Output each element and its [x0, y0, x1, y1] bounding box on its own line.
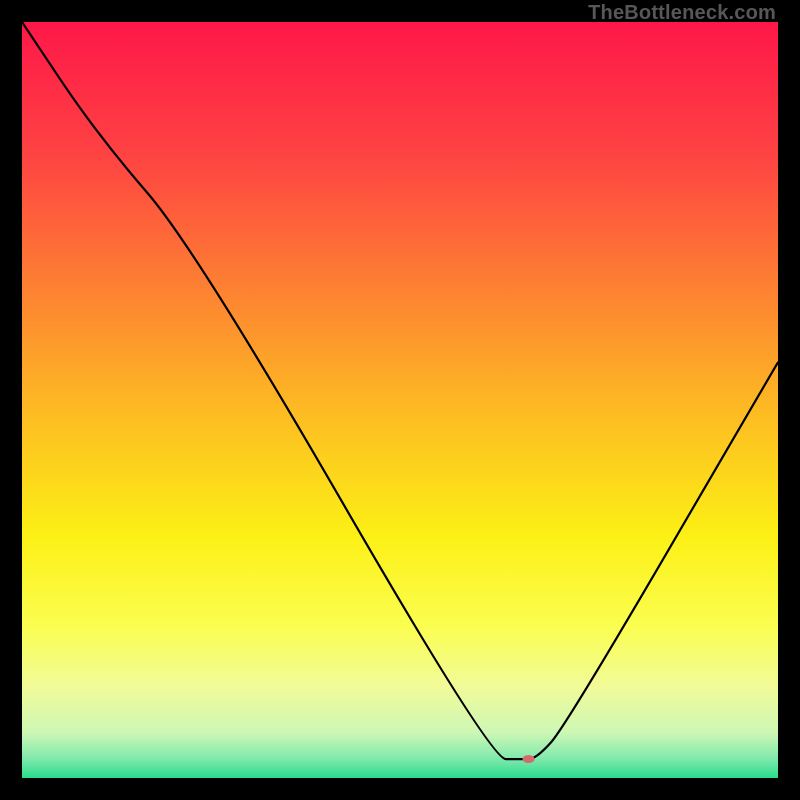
- bottleneck-chart: [22, 22, 778, 778]
- plot-area: [22, 22, 778, 778]
- watermark-text: TheBottleneck.com: [588, 2, 776, 25]
- optimal-marker: [523, 755, 535, 763]
- gradient-background: [22, 22, 778, 778]
- chart-frame: TheBottleneck.com: [0, 0, 800, 800]
